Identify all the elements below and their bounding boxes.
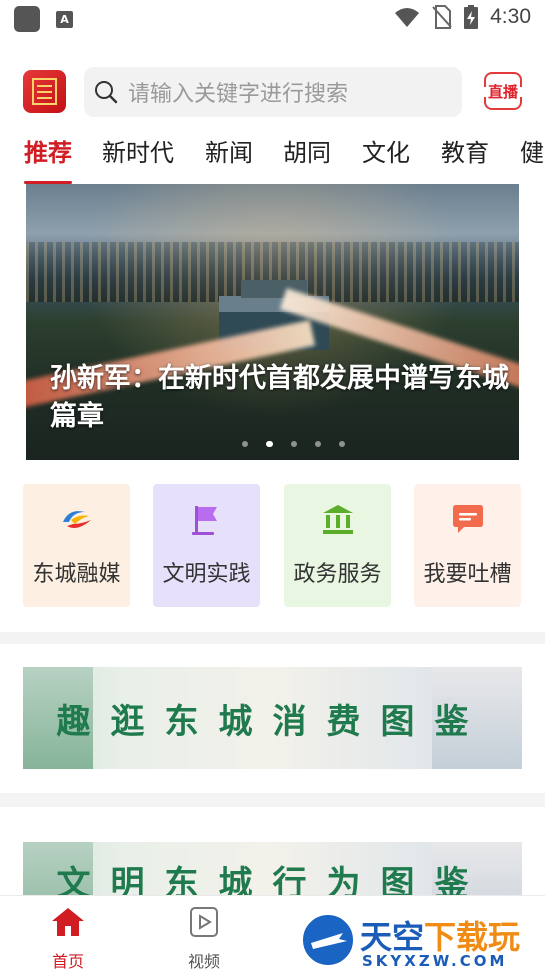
watermark-subtitle: SKYXZW.COM <box>362 952 508 970</box>
app-logo[interactable] <box>23 70 66 113</box>
tab-education[interactable]: 教育 <box>441 133 489 168</box>
tab-recommend[interactable]: 推荐 <box>24 133 72 168</box>
home-icon <box>52 908 84 936</box>
no-sim-icon <box>432 5 452 29</box>
search-icon <box>95 81 118 104</box>
quick-entry-civilization-practice[interactable]: 文明实践 <box>153 484 260 607</box>
section-divider <box>0 793 545 807</box>
carousel-dot-active[interactable] <box>266 441 273 447</box>
promo-title: 文明东城行为图鉴 <box>56 864 489 895</box>
accessibility-notification-icon: A <box>56 10 73 28</box>
quick-entry-label: 我要吐槽 <box>423 562 512 587</box>
carousel-dot[interactable] <box>291 441 297 447</box>
promo-banner-civilization-guide[interactable]: 文明东城行为图鉴 <box>23 842 522 895</box>
carousel-dot[interactable] <box>339 441 345 447</box>
quick-entry-label: 政务服务 <box>293 562 382 587</box>
quick-entry-feedback[interactable]: 我要吐槽 <box>414 484 521 607</box>
rongmei-logo-icon <box>63 511 91 528</box>
carousel-dot[interactable] <box>242 441 248 447</box>
channel-tabs: 推荐 新时代 新闻 胡同 文化 教育 健 <box>0 133 545 185</box>
tab-new-era[interactable]: 新时代 <box>102 133 174 168</box>
nav-video-label: 视频 <box>187 952 220 970</box>
status-bar: A 4:30 <box>0 0 545 38</box>
quick-entry-label: 东城融媒 <box>32 562 121 587</box>
banner-caption: 孙新军：在新时代首都发展中谱写东城篇章 <box>50 363 509 432</box>
nav-home-label: 首页 <box>51 952 84 970</box>
search-input[interactable]: 请输入关键字进行搜索 <box>84 67 462 117</box>
tab-hutong[interactable]: 胡同 <box>283 133 331 168</box>
header: 请输入关键字进行搜索 直播 <box>0 66 545 120</box>
site-watermark: 天空下载玩 SKYXZW.COM <box>296 912 545 970</box>
banner-carousel[interactable]: 孙新军：在新时代首都发展中谱写东城篇章 <box>26 184 519 460</box>
live-button[interactable]: 直播 <box>482 72 524 110</box>
government-building-icon <box>323 505 353 534</box>
nav-home[interactable]: 首页 <box>33 906 103 970</box>
search-placeholder: 请输入关键字进行搜索 <box>128 82 349 107</box>
promo-banner-consumption-guide[interactable]: 趣逛东城消费图鉴 <box>23 667 522 769</box>
nav-video[interactable]: 视频 <box>169 906 239 970</box>
wifi-icon <box>395 8 420 27</box>
app-notification-icon <box>14 6 40 32</box>
tab-health[interactable]: 健 <box>520 133 544 168</box>
tab-news[interactable]: 新闻 <box>205 133 253 168</box>
video-play-icon <box>190 907 218 937</box>
chat-bubble-icon <box>453 505 483 533</box>
tab-culture[interactable]: 文化 <box>362 133 410 168</box>
watermark-logo-icon <box>300 912 356 968</box>
battery-charging-icon <box>464 5 479 29</box>
quick-entry-label: 文明实践 <box>162 562 251 587</box>
app-logo-mark-icon <box>32 78 57 105</box>
live-button-label: 直播 <box>487 82 518 101</box>
clock: 4:30 <box>490 5 531 28</box>
carousel-dot[interactable] <box>315 441 321 447</box>
section-divider <box>0 632 545 644</box>
promo-title: 趣逛东城消费图鉴 <box>56 701 489 742</box>
quick-entry-government-services[interactable]: 政务服务 <box>284 484 391 607</box>
flag-icon <box>192 506 217 535</box>
carousel-indicator <box>242 441 345 447</box>
quick-entry-rongmei[interactable]: 东城融媒 <box>23 484 130 607</box>
